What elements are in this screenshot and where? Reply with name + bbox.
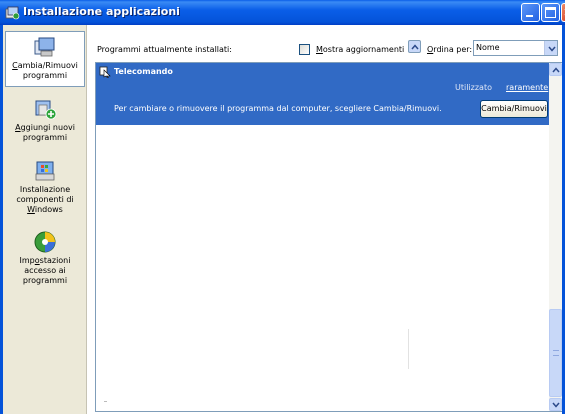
add-remove-programs-icon — [5, 6, 20, 20]
list-item-selected[interactable]: Telecomando Utilizzato raramente Per cam… — [96, 63, 549, 125]
scroll-grip — [553, 350, 559, 356]
show-updates-checkbox[interactable] — [299, 44, 310, 55]
program-access-icon — [34, 231, 56, 253]
sort-by-select[interactable]: Nome — [473, 40, 558, 56]
usage-value-link[interactable]: raramente — [506, 83, 548, 92]
divider — [408, 329, 409, 369]
usage-label: Utilizzato — [455, 83, 492, 92]
show-updates-label[interactable]: Mostra aggiornamenti — [316, 45, 404, 54]
close-button[interactable]: × — [561, 3, 565, 22]
program-icon — [99, 66, 111, 78]
program-description: Per cambiare o rimuovere il programma da… — [114, 104, 442, 113]
sidebar-item-program-access[interactable]: Impostazioni accesso ai programmi — [5, 230, 85, 290]
sidebar-item-add-programs[interactable]: Aggiungi nuovi programmi — [5, 97, 85, 147]
chevron-up-icon — [552, 67, 560, 73]
change-remove-icon — [34, 37, 55, 57]
sort-direction-button[interactable] — [408, 40, 421, 53]
change-remove-button[interactable]: Cambia/Rimuovi — [480, 100, 548, 118]
windows-components-icon — [35, 161, 55, 181]
window-title: Installazione applicazioni — [23, 5, 180, 18]
sort-dropdown-button[interactable] — [544, 41, 557, 55]
sidebar-item-change-remove[interactable]: Cambia/Rimuovi programmi — [5, 31, 85, 87]
installed-programs-label: Programmi attualmente installati: — [97, 45, 232, 54]
chevron-up-icon — [411, 44, 419, 50]
sidebar: Cambia/Rimuovi programmi Aggiungi nuovi … — [3, 25, 87, 414]
scroll-thumb[interactable] — [549, 309, 562, 397]
scroll-down-button[interactable] — [549, 398, 562, 411]
main-panel: Programmi attualmente installati: Mostra… — [88, 25, 562, 414]
programs-list[interactable]: Telecomando Utilizzato raramente Per cam… — [95, 62, 562, 412]
chevron-down-icon — [552, 402, 560, 408]
minimize-button[interactable] — [521, 3, 540, 22]
title-bar[interactable]: Installazione applicazioni × — [0, 0, 565, 25]
minimize-icon — [526, 15, 533, 17]
sort-by-value: Nome — [476, 43, 500, 52]
sort-by-label: Ordina per: — [427, 45, 473, 54]
scroll-up-button[interactable] — [549, 63, 562, 76]
program-name: Telecomando — [114, 67, 173, 76]
add-programs-icon — [35, 100, 57, 120]
chevron-down-icon — [548, 46, 556, 52]
list-marker — [104, 401, 107, 402]
list-scrollbar[interactable] — [549, 63, 562, 411]
maximize-icon — [545, 7, 556, 18]
maximize-button[interactable] — [541, 3, 560, 22]
sidebar-item-windows-components[interactable]: Installazione componenti di Windows — [5, 159, 85, 219]
